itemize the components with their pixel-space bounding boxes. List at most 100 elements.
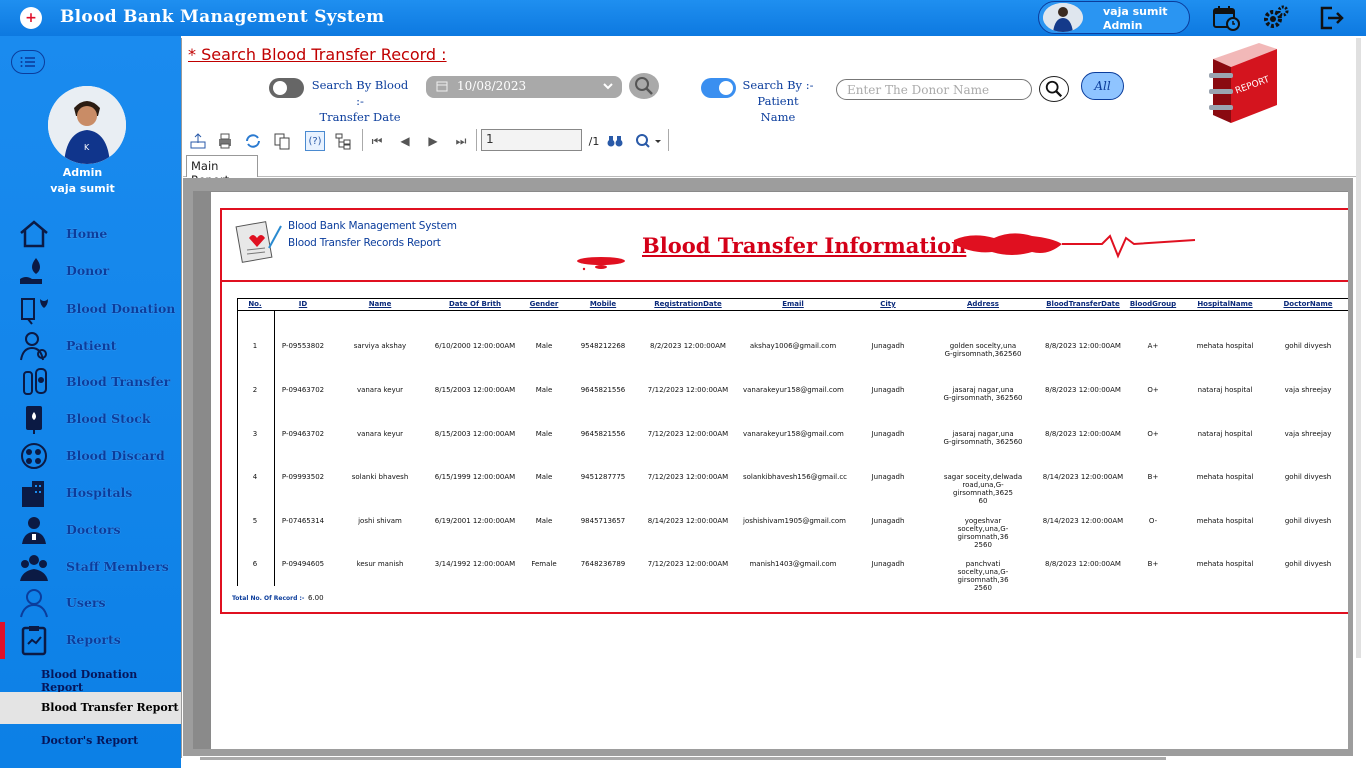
sidebar-item-label: Patient [66,338,117,353]
sidebar-item-blood-donation[interactable]: Blood Donation [0,291,181,327]
hospitals-icon [18,477,50,509]
report-system-name: Blood Bank Management System [288,220,457,232]
user-role: Admin [1103,19,1143,32]
table-cell: panchvati socelty,una,G-girsomnath,36 25… [957,560,1009,592]
sidebar-item-blood-transfer[interactable]: Blood Transfer [0,364,181,400]
settings-gears-icon[interactable] [1262,4,1290,32]
reports-icon [18,624,50,656]
prev-page-icon[interactable]: ◀ [395,131,415,151]
svg-text:K: K [84,143,90,152]
column-header: Name [368,300,392,308]
column-header: Date Of Brith [448,300,501,308]
sub-blood-transfer-report[interactable]: Blood Transfer Report [0,692,181,724]
table-cell: manish1403@gmail.com [749,560,837,568]
zoom-icon[interactable] [633,131,663,151]
table-cell: yogeshvar socelty,una,G-girsomnath,36 25… [957,517,1009,549]
sidebar-item-staff-members[interactable]: Staff Members [0,549,181,585]
table-cell: vanarakeyur158@gmail.com [743,430,844,438]
sidebar-item-label: Doctors [66,522,121,537]
tree-icon[interactable] [333,131,353,151]
search-title: * Search Blood Transfer Record : [188,45,447,64]
date-search-button[interactable] [629,73,659,99]
column-header: HospitalName [1197,300,1253,308]
find-binoculars-icon[interactable] [605,131,625,151]
table-cell: kesur manish [356,560,404,568]
patient-search-toggle[interactable] [701,78,736,98]
column-header: BloodGroup [1129,300,1177,308]
page-number-input[interactable]: 1 [481,129,582,151]
donor-name-input[interactable] [836,79,1032,100]
table-cell: jasaraj nagar,una G-girsomnath, 362560 [943,386,1023,402]
sidebar-item-label: Blood Stock [66,411,151,426]
table-cell: 7/12/2023 12:00:00AM [647,560,729,568]
sub-blood-donation-report[interactable]: Blood Donation Report [0,659,181,694]
column-header: City [880,300,896,308]
table-cell: vaja shreejay [1284,430,1332,438]
calendar-clock-icon[interactable] [1212,4,1240,32]
table-cell: Junagadh [871,430,905,438]
active-indicator [0,622,5,659]
table-cell: 7/12/2023 12:00:00AM [647,430,729,438]
total-records-label: Total No. Of Record :- [232,595,305,602]
chevron-down-icon [602,79,614,96]
sidebar-item-label: Donor [66,263,110,278]
refresh-icon[interactable] [243,131,263,151]
table-cell: golden socelty,una G-girsomnath,362560 [944,342,1022,358]
table-cell: Junagadh [871,560,905,568]
sidebar-username: vaja sumit [50,182,115,195]
donor-icon [18,255,50,287]
table-cell: Junagadh [871,517,905,525]
toolbar-separator [668,129,669,151]
report-header-divider [222,280,1348,282]
sidebar-item-donor[interactable]: Donor [0,253,181,289]
table-cell: gohil divyesh [1284,342,1332,350]
date-search-label: Search By Blood :- Transfer Date [311,78,409,124]
report-subtitle: Blood Transfer Records Report [288,237,441,249]
sidebar-item-hospitals[interactable]: Hospitals [0,475,181,511]
hamburger-menu-icon[interactable] [11,50,45,74]
sub-doctors-report[interactable]: Doctor's Report [0,725,181,757]
print-icon[interactable] [215,131,235,151]
all-records-button[interactable]: All [1081,72,1124,100]
blood-donation-icon [18,293,50,325]
transfer-date-picker[interactable]: 10/08/2023 [426,76,622,98]
profile-avatar: K [48,86,126,164]
table-cell: akshay1006@gmail.com [749,342,837,350]
patient-icon [18,330,50,362]
sidebar-item-label: Blood Transfer [66,374,171,389]
column-header: Mobile [589,300,617,308]
sidebar-item-blood-stock[interactable]: Blood Stock [0,401,181,437]
sidebar-item-reports[interactable]: Reports [0,622,181,658]
table-cell: gohil divyesh [1284,560,1332,568]
title-bar: + Blood Bank Management System vaja sumi… [0,0,1366,36]
next-page-icon[interactable]: ▶ [423,131,443,151]
name-search-button[interactable] [1039,76,1069,102]
export-icon[interactable] [188,131,208,151]
avatar [1043,3,1083,32]
sidebar-item-doctors[interactable]: Doctors [0,512,181,548]
sidebar-item-blood-discard[interactable]: Blood Discard [0,438,181,474]
group-tree-toggle-icon[interactable]: (?) [305,131,325,151]
blood-stock-icon [18,403,50,435]
page-total: /1 [588,134,600,148]
first-page-icon[interactable]: ⏮ [367,131,387,151]
report-frame [220,208,1348,614]
date-value: 10/08/2023 [457,79,527,93]
user-profile-pill[interactable]: vaja sumit Admin [1038,1,1190,34]
table-cell: Junagadh [871,473,905,481]
date-search-toggle[interactable] [269,78,304,98]
total-records-value: 6.00 [308,594,324,602]
search-icon [1045,80,1063,98]
logout-icon[interactable] [1318,4,1346,32]
copy-icon[interactable] [272,131,292,151]
sidebar-item-patient[interactable]: Patient [0,328,181,364]
table-left-rule [237,299,238,586]
tab-main-report[interactable]: Main Report [186,155,258,187]
sidebar-item-users[interactable]: Users [0,585,181,621]
vertical-scrollbar[interactable] [1356,38,1361,658]
horizontal-scrollbar[interactable] [200,757,1166,760]
report-tabstrip [183,155,1358,177]
staff-icon [18,551,50,583]
last-page-icon[interactable]: ⏭ [451,131,471,151]
sidebar-item-home[interactable]: Home [0,216,181,252]
